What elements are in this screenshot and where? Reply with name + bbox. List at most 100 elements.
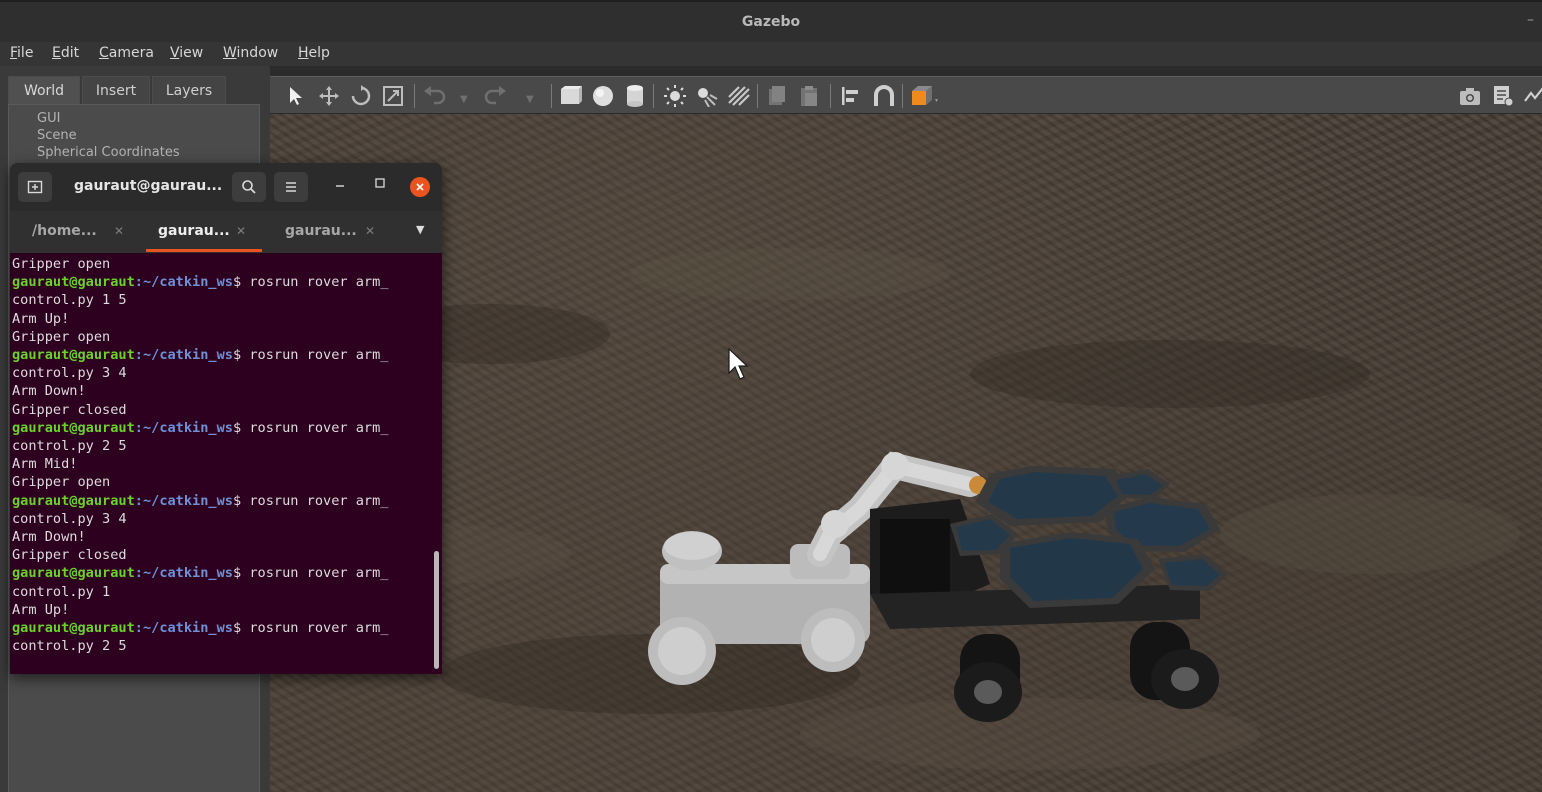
menu-window[interactable]: Window: [223, 45, 278, 61]
translate-icon[interactable]: [318, 85, 340, 110]
snap-icon[interactable]: [872, 85, 896, 110]
terminal-output-line: control.py 2 5: [12, 438, 127, 455]
prompt-path: :~/catkin_ws: [134, 565, 233, 582]
terminal-output-line: Gripper open: [12, 474, 111, 491]
toolbar: ▼ ▼: [270, 76, 1542, 114]
rotate-icon[interactable]: [350, 85, 372, 110]
terminal-output-line: control.py 2 5: [12, 638, 127, 655]
terminal-output[interactable]: Gripper open gauraut@gauraut:~/catkin_ws$…: [10, 253, 442, 674]
terminal-output-line: Arm Down!: [12, 529, 86, 546]
copy-icon[interactable]: [766, 85, 788, 110]
terminal-output-line: control.py 1 5: [12, 292, 127, 309]
toolbar-separator: [757, 84, 758, 108]
terminal-minimize-icon[interactable]: [334, 177, 346, 193]
menu-help[interactable]: Help: [298, 45, 330, 61]
prompt-user: gauraut@gauraut: [12, 274, 135, 291]
prompt-user: gauraut@gauraut: [12, 492, 135, 509]
hamburger-icon: [286, 182, 296, 192]
terminal-output-line: Arm Down!: [12, 383, 86, 400]
tabs-dropdown-icon[interactable]: ▼: [416, 223, 424, 236]
command-text: $ rosrun rover arm_: [232, 274, 389, 291]
menu-file[interactable]: File: [10, 45, 33, 61]
terminal-tab-3[interactable]: gaurau... ✕: [285, 211, 375, 253]
toolbar-separator: [653, 84, 654, 108]
screenshot-icon[interactable]: [1458, 85, 1482, 110]
terminal-output-line: Gripper open: [12, 256, 111, 272]
terminal-output-line: Arm Up!: [12, 310, 70, 327]
paste-icon[interactable]: [798, 85, 820, 110]
rover-scene-graphic: [290, 248, 1520, 770]
terminal-maximize-icon[interactable]: [374, 177, 386, 193]
command-text: $ rosrun rover arm_: [232, 565, 389, 582]
terminal-tabbar: /home... ✕ gaurau... ✕ gaurau... ✕: [10, 211, 442, 253]
command-text: $ rosrun rover arm_: [232, 347, 389, 364]
redo-icon[interactable]: [484, 85, 508, 110]
view-angle-icon[interactable]: [910, 85, 940, 110]
terminal-output-line: Gripper open: [12, 328, 111, 345]
gazebo-titlebar: Gazebo –: [0, 0, 1542, 42]
terminal-output-line: Gripper closed: [12, 547, 127, 564]
terminal-tab-label: gaurau...: [158, 223, 230, 239]
undo-icon[interactable]: [422, 85, 446, 110]
scene-viewport[interactable]: [270, 114, 1542, 792]
terminal-tab-2[interactable]: gaurau... ✕: [158, 211, 246, 253]
terminal-close-icon[interactable]: [410, 177, 430, 197]
world-item-spherical-coordinates[interactable]: Spherical Coordinates: [37, 145, 180, 160]
world-item-gui[interactable]: GUI: [37, 111, 60, 126]
plot-icon[interactable]: [1524, 85, 1542, 110]
toolbar-separator: [830, 84, 831, 108]
terminal-output-line: control.py 3 4: [12, 365, 127, 382]
terminal-command-line: gauraut@gauraut:~/catkin_ws$ rosrun rove…: [12, 419, 442, 437]
dark-rover: [870, 466, 1228, 722]
redo-dropdown-icon[interactable]: ▼: [526, 90, 534, 110]
terminal-tab-1[interactable]: /home... ✕: [32, 211, 124, 253]
spot-light-icon[interactable]: [695, 85, 719, 110]
menu-edit[interactable]: Edit: [52, 45, 79, 61]
new-tab-icon: [27, 180, 43, 194]
select-arrow-icon[interactable]: [286, 85, 308, 110]
toolbar-separator: [414, 84, 415, 108]
directional-light-icon[interactable]: [727, 85, 751, 110]
minimize-button[interactable]: –: [1527, 12, 1534, 28]
prompt-path: :~/catkin_ws: [134, 419, 233, 436]
prompt-path: :~/catkin_ws: [134, 492, 233, 509]
scale-icon[interactable]: [382, 85, 404, 110]
prompt-user: gauraut@gauraut: [12, 620, 135, 637]
cylinder-shape-icon[interactable]: [623, 85, 647, 110]
sphere-shape-icon[interactable]: [591, 85, 615, 110]
log-icon[interactable]: [1492, 85, 1514, 110]
prompt-user: gauraut@gauraut: [12, 565, 135, 582]
window-title: Gazebo: [741, 14, 801, 30]
toolbar-separator: [902, 84, 903, 108]
hamburger-menu-button[interactable]: [274, 172, 308, 202]
undo-dropdown-icon[interactable]: ▼: [460, 90, 468, 110]
search-button[interactable]: [232, 172, 266, 202]
terminal-tab-label: /home...: [32, 223, 97, 239]
tab-world[interactable]: World: [8, 76, 80, 104]
terminal-output-line: Arm Mid!: [12, 456, 78, 473]
tab-close-icon[interactable]: ✕: [365, 211, 375, 251]
new-tab-button[interactable]: [18, 172, 52, 202]
tab-close-icon[interactable]: ✕: [114, 211, 124, 251]
terminal-command-line: gauraut@gauraut:~/catkin_ws$ rosrun rove…: [12, 619, 442, 637]
prompt-user: gauraut@gauraut: [12, 419, 135, 436]
terminal-command-line: gauraut@gauraut:~/catkin_ws$ rosrun rove…: [12, 492, 442, 510]
world-item-scene[interactable]: Scene: [37, 128, 77, 143]
command-text: $ rosrun rover arm_: [232, 620, 389, 637]
prompt-path: :~/catkin_ws: [134, 347, 233, 364]
terminal-window[interactable]: gauraut@gaurau... /home... ✕ gaurau... ✕…: [10, 163, 442, 674]
terminal-output-line: Arm Up!: [12, 601, 70, 618]
menu-view[interactable]: View: [170, 45, 203, 61]
terminal-headerbar: gauraut@gaurau...: [10, 163, 442, 211]
point-light-icon[interactable]: [663, 85, 687, 110]
menu-camera[interactable]: Camera: [99, 45, 154, 61]
tab-close-icon[interactable]: ✕: [236, 211, 246, 251]
prompt-path: :~/catkin_ws: [134, 274, 233, 291]
box-shape-icon[interactable]: [559, 85, 583, 110]
align-icon[interactable]: [840, 85, 862, 110]
menubar: File Edit Camera View Window Help: [0, 42, 1542, 66]
tab-layers[interactable]: Layers: [152, 76, 226, 104]
command-text: $ rosrun rover arm_: [232, 419, 389, 436]
tab-insert[interactable]: Insert: [82, 76, 150, 104]
terminal-scrollbar[interactable]: [434, 551, 439, 669]
